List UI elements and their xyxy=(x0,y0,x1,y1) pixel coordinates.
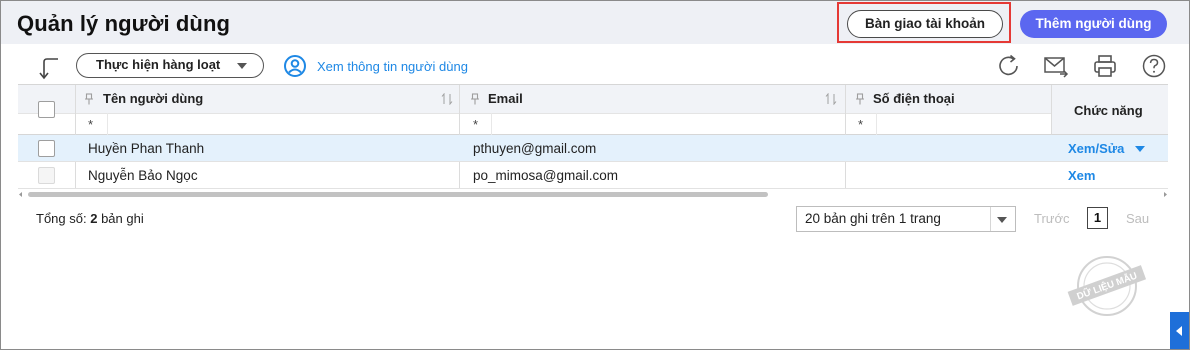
page-title: Quản lý người dùng xyxy=(17,11,231,36)
filter-email[interactable]: * xyxy=(473,117,478,132)
column-header-phone[interactable]: Số điện thoại xyxy=(873,91,955,106)
total-label: Tổng số: xyxy=(36,211,87,226)
column-header-functions: Chức năng xyxy=(1051,85,1168,135)
bulk-action-label: Thực hiện hàng loạt xyxy=(96,57,221,72)
chevron-down-icon xyxy=(237,63,247,69)
horizontal-scrollbar[interactable] xyxy=(18,190,1168,198)
filter-phone[interactable]: * xyxy=(858,117,863,132)
collapse-arrow-icon[interactable] xyxy=(38,56,62,82)
refresh-icon[interactable] xyxy=(996,53,1022,79)
record-count: Tổng số: 2 bản ghi xyxy=(36,211,144,226)
scroll-right-icon[interactable] xyxy=(1162,191,1168,198)
table-row[interactable]: Nguyễn Bảo Ngọc po_mimosa@gmail.com Xem xyxy=(18,162,1168,189)
side-panel-toggle[interactable] xyxy=(1170,312,1189,349)
select-all-checkbox[interactable] xyxy=(38,101,55,118)
sort-icon[interactable] xyxy=(825,93,837,105)
transfer-account-button[interactable]: Bàn giao tài khoản xyxy=(847,10,1003,38)
scroll-left-icon[interactable] xyxy=(18,191,24,198)
sample-data-stamp: DỮ LIỆU MẪU xyxy=(1067,256,1147,316)
row-checkbox[interactable] xyxy=(38,167,55,184)
add-user-button[interactable]: Thêm người dùng xyxy=(1020,10,1167,38)
chevron-down-icon[interactable] xyxy=(1135,146,1145,152)
column-header-email[interactable]: Email xyxy=(488,91,523,106)
column-header-name[interactable]: Tên người dùng xyxy=(103,91,203,106)
page-size-value: 20 bản ghi trên 1 trang xyxy=(805,211,941,226)
view-user-info-label: Xem thông tin người dùng xyxy=(317,58,468,74)
print-icon[interactable] xyxy=(1092,53,1118,79)
pin-icon[interactable] xyxy=(84,93,94,105)
bulk-action-button[interactable]: Thực hiện hàng loạt xyxy=(76,53,264,78)
current-page[interactable]: 1 xyxy=(1087,207,1108,229)
view-user-info-link[interactable]: Xem thông tin người dùng xyxy=(283,54,468,78)
pin-icon[interactable] xyxy=(470,93,480,105)
next-page-button[interactable]: Sau xyxy=(1126,211,1149,226)
table-filter-row xyxy=(18,113,1168,135)
total-unit: bản ghi xyxy=(101,211,144,226)
cell-email: pthuyen@gmail.com xyxy=(473,141,597,156)
chevron-left-icon xyxy=(1176,326,1182,336)
page-size-select[interactable]: 20 bản ghi trên 1 trang xyxy=(796,206,1016,232)
sort-icon[interactable] xyxy=(441,93,453,105)
pin-icon[interactable] xyxy=(855,93,865,105)
cell-name: Nguyễn Bảo Ngọc xyxy=(88,168,198,183)
table-row[interactable]: Huyền Phan Thanh pthuyen@gmail.com Xem/S… xyxy=(18,135,1168,162)
view-link[interactable]: Xem xyxy=(1068,168,1095,183)
view-edit-link[interactable]: Xem/Sửa xyxy=(1068,141,1124,156)
prev-page-button[interactable]: Trước xyxy=(1034,211,1070,226)
help-icon[interactable] xyxy=(1141,53,1167,79)
cell-name: Huyền Phan Thanh xyxy=(88,141,205,156)
filter-name[interactable]: * xyxy=(88,117,93,132)
chevron-down-icon xyxy=(997,217,1007,223)
scrollbar-thumb[interactable] xyxy=(28,192,768,197)
user-circle-icon xyxy=(284,55,306,77)
email-send-icon[interactable] xyxy=(1043,53,1069,79)
total-value: 2 xyxy=(90,211,98,226)
functions-label: Chức năng xyxy=(1074,103,1143,118)
cell-email: po_mimosa@gmail.com xyxy=(473,168,618,183)
row-checkbox[interactable] xyxy=(38,140,55,157)
user-table: Tên người dùng * Email * Số điện thoại *… xyxy=(18,84,1168,189)
